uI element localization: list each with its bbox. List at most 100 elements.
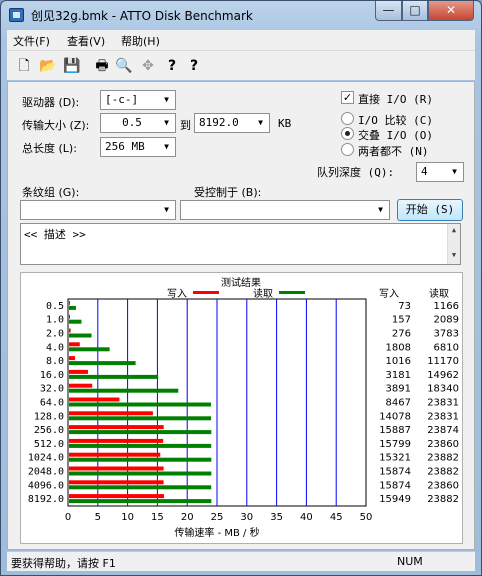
value-write: 15799 <box>379 439 411 450</box>
transfer-to-value: 8192.0 <box>199 116 239 129</box>
app-icon[interactable] <box>9 8 24 22</box>
overlapped-io-radio[interactable] <box>341 127 354 140</box>
queue-depth-value: 4 <box>421 165 428 178</box>
value-read: 6810 <box>434 342 459 353</box>
save-icon[interactable]: 💾 <box>63 57 81 75</box>
scroll-up-icon[interactable]: ▲ <box>448 224 460 237</box>
value-write: 15874 <box>379 467 411 478</box>
bar-read <box>69 430 212 435</box>
bar-write <box>69 438 164 443</box>
chevron-down-icon[interactable]: ▼ <box>159 115 174 131</box>
chevron-down-icon[interactable]: ▼ <box>447 164 462 180</box>
value-write: 276 <box>392 329 411 340</box>
x-tick-label: 35 <box>270 512 283 523</box>
status-bar: 要获得帮助，请按 F1 NUM <box>7 551 475 571</box>
queue-depth-select[interactable]: 4 ▼ <box>416 162 464 182</box>
scroll-down-icon[interactable]: ▼ <box>448 249 460 262</box>
chevron-down-icon[interactable]: ▼ <box>159 139 174 155</box>
maximize-button[interactable]: □ <box>402 1 428 21</box>
help-icon[interactable]: ? <box>163 57 181 75</box>
direct-io-checkbox[interactable]: ✓ <box>341 91 354 104</box>
chevron-down-icon[interactable]: ▼ <box>253 115 268 131</box>
print-preview-icon[interactable]: 🔍 <box>115 57 133 75</box>
y-tick-label: 8.0 <box>46 356 64 367</box>
bar-write <box>69 300 70 305</box>
menu-file[interactable]: 文件(F) <box>13 33 50 49</box>
y-tick-label: 512.0 <box>34 439 64 450</box>
bar-write <box>69 452 161 457</box>
transfer-unit: KB <box>278 117 292 130</box>
chevron-down-icon[interactable]: ▼ <box>159 202 174 218</box>
controlled-by-select[interactable]: ▼ <box>180 200 390 220</box>
y-tick-label: 16.0 <box>40 370 64 381</box>
menu-help[interactable]: 帮助(H) <box>121 33 160 49</box>
stripe-group-label: 条纹组 (G): <box>22 186 80 199</box>
y-tick-label: 2.0 <box>46 329 64 340</box>
stripe-group-select[interactable]: ▼ <box>20 200 176 220</box>
x-tick-label: 20 <box>181 512 194 523</box>
description-box[interactable]: << 描述 >> ▲ ▼ <box>20 223 461 265</box>
bar-read <box>69 361 136 366</box>
total-length-value: 256 MB <box>105 140 145 153</box>
value-read: 23882 <box>427 494 459 505</box>
x-tick-label: 5 <box>95 512 101 523</box>
transfer-from-select[interactable]: 0.5 ▼ <box>100 113 176 133</box>
x-tick-label: 40 <box>300 512 313 523</box>
column-header-read: 读取 <box>429 287 449 300</box>
total-length-select[interactable]: 256 MB ▼ <box>100 137 176 157</box>
results-chart: 测试结果写入 读取 写入 读取 0 5 10 15 20 25 30 35 40 45 50 传输速率 - M… <box>28 276 459 539</box>
queue-depth-label: 队列深度 (Q): <box>317 166 395 179</box>
value-write: 14078 <box>379 411 411 422</box>
x-tick-label: 10 <box>121 512 134 523</box>
status-num: NUM <box>397 555 423 568</box>
value-read: 23860 <box>427 480 459 491</box>
value-read: 11170 <box>427 356 459 367</box>
y-tick-label: 2048.0 <box>28 467 64 478</box>
bar-write <box>69 397 120 402</box>
y-tick-label: 1.0 <box>46 315 64 326</box>
new-file-icon[interactable]: 🗋 <box>15 57 33 75</box>
legend-write-label: 写入 <box>167 288 187 300</box>
drive-select[interactable]: [-c-] ▼ <box>100 90 176 110</box>
results-panel: 测试结果 写入 读取 写入 读取 0 5 10 15 20 25 30 35 40 45 50 传输速率 - M… <box>20 272 463 544</box>
close-button[interactable]: ✕ <box>428 1 474 21</box>
value-read: 23882 <box>427 467 459 478</box>
transfer-to-select[interactable]: 8192.0 ▼ <box>194 113 270 133</box>
chevron-down-icon[interactable]: ▼ <box>373 202 388 218</box>
transfer-from-value: 0.5 <box>122 116 142 129</box>
y-tick-label: 32.0 <box>40 384 64 395</box>
open-folder-icon[interactable]: 📂 <box>39 57 57 75</box>
bar-read <box>69 305 76 310</box>
move-icon[interactable]: ✥ <box>139 57 157 75</box>
chevron-down-icon[interactable]: ▼ <box>159 92 174 108</box>
y-tick-label: 256.0 <box>34 425 64 436</box>
io-compare-label: I/O 比较 (C) <box>358 114 433 127</box>
io-compare-radio[interactable] <box>341 112 354 125</box>
x-tick-label: 45 <box>330 512 343 523</box>
x-tick-label: 25 <box>211 512 224 523</box>
bar-write <box>69 314 70 319</box>
status-help-text: 要获得帮助，请按 F1 <box>11 557 116 570</box>
bar-read <box>69 485 212 490</box>
legend-read-label: 读取 <box>253 287 273 300</box>
neither-radio[interactable] <box>341 143 354 156</box>
results-title: 测试结果 <box>221 276 261 289</box>
bar-write <box>69 411 153 416</box>
bar-read <box>69 374 159 379</box>
menu-view[interactable]: 查看(V) <box>67 33 105 49</box>
total-length-label: 总长度 (L): <box>22 142 77 155</box>
start-button[interactable]: 开始 (S) <box>397 199 463 221</box>
legend-write-swatch <box>193 291 219 294</box>
context-help-icon[interactable]: ? <box>185 57 203 75</box>
bar-write <box>69 480 164 485</box>
bar-write <box>69 494 165 499</box>
y-tick-label: 0.5 <box>46 301 64 312</box>
print-icon[interactable]: 🖶 <box>93 57 111 75</box>
description-scrollbar[interactable]: ▲ ▼ <box>447 224 460 264</box>
bar-write <box>69 328 71 333</box>
value-write: 1808 <box>386 342 411 353</box>
value-read: 14962 <box>427 370 459 381</box>
minimize-button[interactable]: — <box>375 1 402 21</box>
x-tick-label: 50 <box>360 512 373 523</box>
title-bar[interactable]: 创见32g.bmk - ATTO Disk Benchmark — □ ✕ <box>1 1 481 29</box>
